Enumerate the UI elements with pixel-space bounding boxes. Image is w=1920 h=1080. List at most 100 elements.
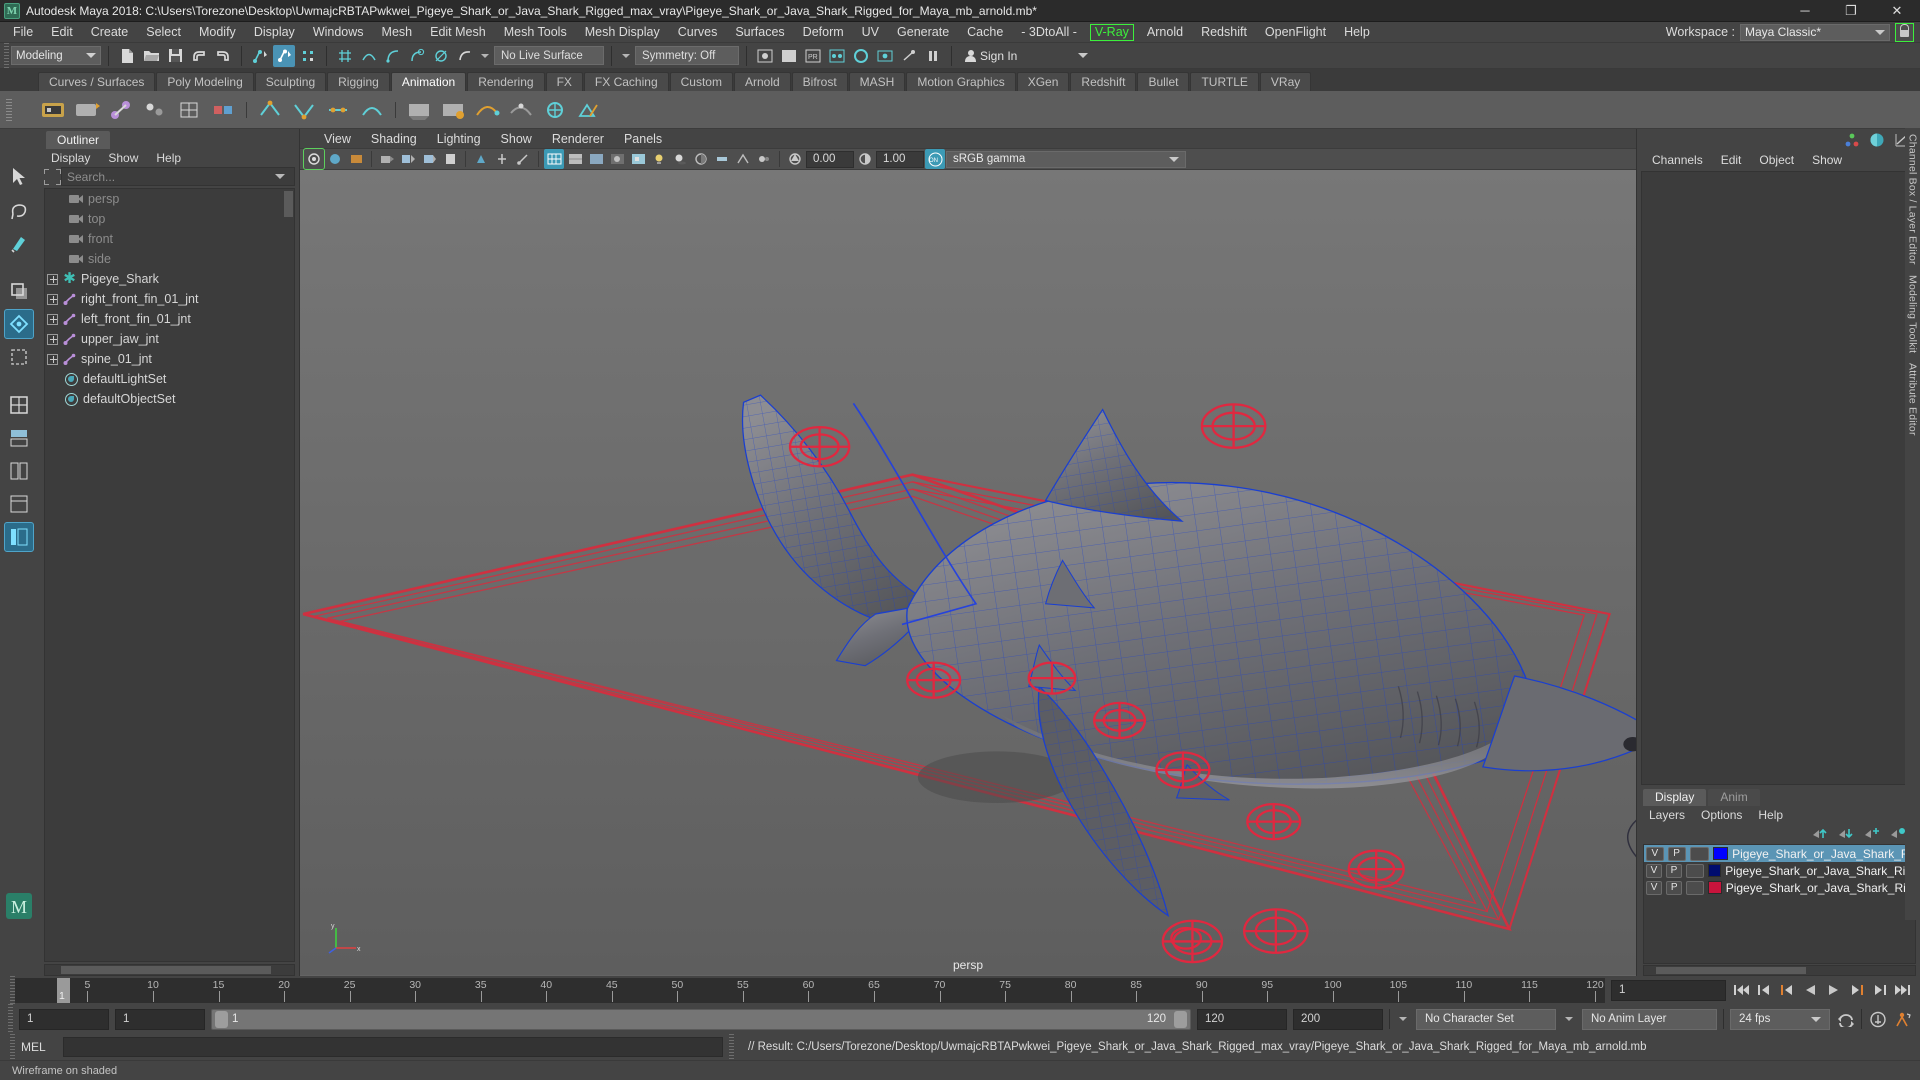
select-camera-button[interactable]	[303, 148, 325, 171]
shelf-grip[interactable]	[6, 99, 12, 121]
snap-to-projected-center-button[interactable]	[406, 45, 428, 67]
select-by-object-button[interactable]	[273, 44, 295, 67]
anim-layer-field[interactable]: No Anim Layer	[1582, 1008, 1717, 1030]
shelf-cluster-button[interactable]	[140, 95, 170, 125]
shelf-set-key-translate-button[interactable]	[72, 95, 102, 125]
layer-visibility-toggle[interactable]: V	[1646, 880, 1663, 895]
four-view-layout-button[interactable]	[4, 423, 34, 453]
shelf-set-key-button[interactable]	[38, 95, 68, 125]
layer-row[interactable]: V P Pigeye_Shark_or_Java_Shark_Rigged_Bo…	[1644, 862, 1915, 879]
shelf-tab-mash[interactable]: MASH	[848, 72, 906, 91]
shelf-tab-rendering[interactable]: Rendering	[467, 72, 545, 91]
render-sequence-button[interactable]	[874, 45, 896, 67]
range-end-handle[interactable]	[1174, 1010, 1187, 1028]
display-layer-list[interactable]: V P Pigeye_Shark_or_Java_Shark_Rigged V …	[1643, 844, 1916, 964]
outliner-item-upper-jaw[interactable]: upper_jaw_jnt	[45, 329, 294, 349]
layer-horizontal-scrollbar[interactable]	[1643, 965, 1916, 976]
command-line-grip[interactable]	[10, 1034, 15, 1060]
texture-display-button[interactable]	[628, 149, 648, 169]
expand-icon[interactable]	[47, 333, 58, 345]
menu-windows[interactable]: Windows	[304, 22, 373, 43]
step-forward-frame-button[interactable]	[1870, 981, 1889, 999]
menu-modify[interactable]: Modify	[190, 22, 245, 43]
menu-openflight[interactable]: OpenFlight	[1256, 22, 1335, 43]
menu-curves[interactable]: Curves	[669, 22, 727, 43]
layers-menu[interactable]: Layers	[1641, 808, 1693, 822]
move-layer-up-icon[interactable]	[1812, 827, 1828, 840]
shelf-blendshape-button[interactable]	[574, 95, 604, 125]
shelf-tab-turtle[interactable]: TURTLE	[1190, 72, 1259, 91]
multisample-aa-button[interactable]	[733, 149, 753, 169]
toolbar-grip[interactable]	[4, 43, 9, 68]
step-back-key-button[interactable]	[1778, 981, 1797, 999]
shelf-motion-path-button[interactable]	[472, 95, 502, 125]
lasso-tool-button[interactable]	[4, 195, 34, 225]
wireframe-display-button[interactable]	[544, 149, 564, 170]
shelf-tab-bifrost[interactable]: Bifrost	[791, 72, 848, 91]
viewport-3d-scene[interactable]	[300, 170, 1636, 976]
layer-playback-toggle[interactable]: P	[1666, 863, 1682, 878]
shelf-keyframe-d-button[interactable]	[357, 95, 387, 125]
shelf-tab-curves-surfaces[interactable]: Curves / Surfaces	[38, 72, 156, 91]
outliner-item-right-front-fin[interactable]: right_front_fin_01_jnt	[45, 289, 294, 309]
shelf-constraint-button[interactable]	[208, 95, 238, 125]
menu-uv[interactable]: UV	[853, 22, 888, 43]
menu-create[interactable]: Create	[82, 22, 138, 43]
persp-graph-layout-button[interactable]	[4, 489, 34, 519]
shelf-ghost-button[interactable]	[506, 95, 536, 125]
render-current-frame-button[interactable]	[754, 45, 776, 67]
range-start-handle[interactable]	[215, 1010, 228, 1028]
menu-help[interactable]: Help	[1335, 22, 1379, 43]
outliner-horizontal-scrollbar[interactable]	[44, 964, 295, 976]
depth-of-field-button[interactable]	[754, 149, 774, 169]
outliner-persp-active-layout-button[interactable]	[4, 522, 34, 552]
scrollbar-thumb[interactable]	[1656, 967, 1806, 974]
viewport-menu-lighting[interactable]: Lighting	[427, 132, 491, 146]
shelf-tab-custom[interactable]: Custom	[669, 72, 733, 91]
viewport-menu-renderer[interactable]: Renderer	[542, 132, 614, 146]
render-view-button[interactable]	[850, 45, 872, 67]
select-by-hierarchy-button[interactable]	[249, 45, 271, 67]
channel-box-content[interactable]	[1641, 171, 1916, 785]
play-backwards-button[interactable]	[1801, 981, 1820, 999]
layer-row[interactable]: V P Pigeye_Shark_or_Java_Shark_Rigged_Co…	[1644, 879, 1915, 896]
layer-color-swatch[interactable]	[1713, 847, 1729, 860]
isolate-select-button[interactable]	[471, 149, 491, 169]
shelf-tab-arnold[interactable]: Arnold	[733, 72, 791, 91]
outliner-vertical-scrollbar[interactable]	[282, 189, 294, 961]
step-back-frame-button[interactable]	[1755, 981, 1774, 999]
shelf-lattice-button[interactable]	[174, 95, 204, 125]
outliner-item-spine-01[interactable]: spine_01_jnt	[45, 349, 294, 369]
shelf-tab-vray[interactable]: VRay	[1259, 72, 1312, 91]
layer-visibility-toggle[interactable]: V	[1646, 846, 1664, 861]
current-frame-field[interactable]: 1	[1611, 979, 1726, 1001]
viewport-menu-panels[interactable]: Panels	[614, 132, 672, 146]
chevron-down-icon[interactable]	[1169, 156, 1179, 162]
snap-to-view-plane-button[interactable]	[430, 45, 452, 67]
go-to-start-button[interactable]	[1732, 981, 1751, 999]
outliner-item-top[interactable]: top	[45, 209, 294, 229]
use-all-lights-button[interactable]	[649, 149, 669, 169]
shelf-bake-b-button[interactable]	[438, 95, 468, 125]
chevron-down-icon[interactable]	[275, 174, 285, 179]
character-set-field[interactable]: No Character Set	[1416, 1008, 1556, 1030]
redo-button[interactable]	[212, 45, 234, 67]
outliner-item-persp[interactable]: persp	[45, 189, 294, 209]
expand-icon[interactable]	[47, 313, 58, 325]
signin-control[interactable]: Sign In	[959, 46, 1094, 65]
color-management-toggle-button[interactable]: ON	[925, 149, 945, 170]
range-slider[interactable]: 1 120	[211, 1008, 1191, 1030]
chevron-down-icon[interactable]	[481, 53, 489, 58]
layer-color-swatch[interactable]	[1707, 864, 1722, 877]
layer-type-toggle[interactable]	[1686, 880, 1704, 895]
menu-select[interactable]: Select	[137, 22, 190, 43]
layer-options-menu[interactable]: Options	[1693, 808, 1750, 822]
ipr-render-button[interactable]	[778, 45, 800, 67]
menu-generate[interactable]: Generate	[888, 22, 958, 43]
menu-mesh[interactable]: Mesh	[373, 22, 422, 43]
shelf-tab-rigging[interactable]: Rigging	[327, 72, 390, 91]
menu-display[interactable]: Display	[245, 22, 304, 43]
menu-vray[interactable]: V-Ray	[1089, 23, 1134, 41]
paint-select-tool-button[interactable]	[4, 228, 34, 258]
outliner-menu-show[interactable]: Show	[99, 151, 147, 165]
